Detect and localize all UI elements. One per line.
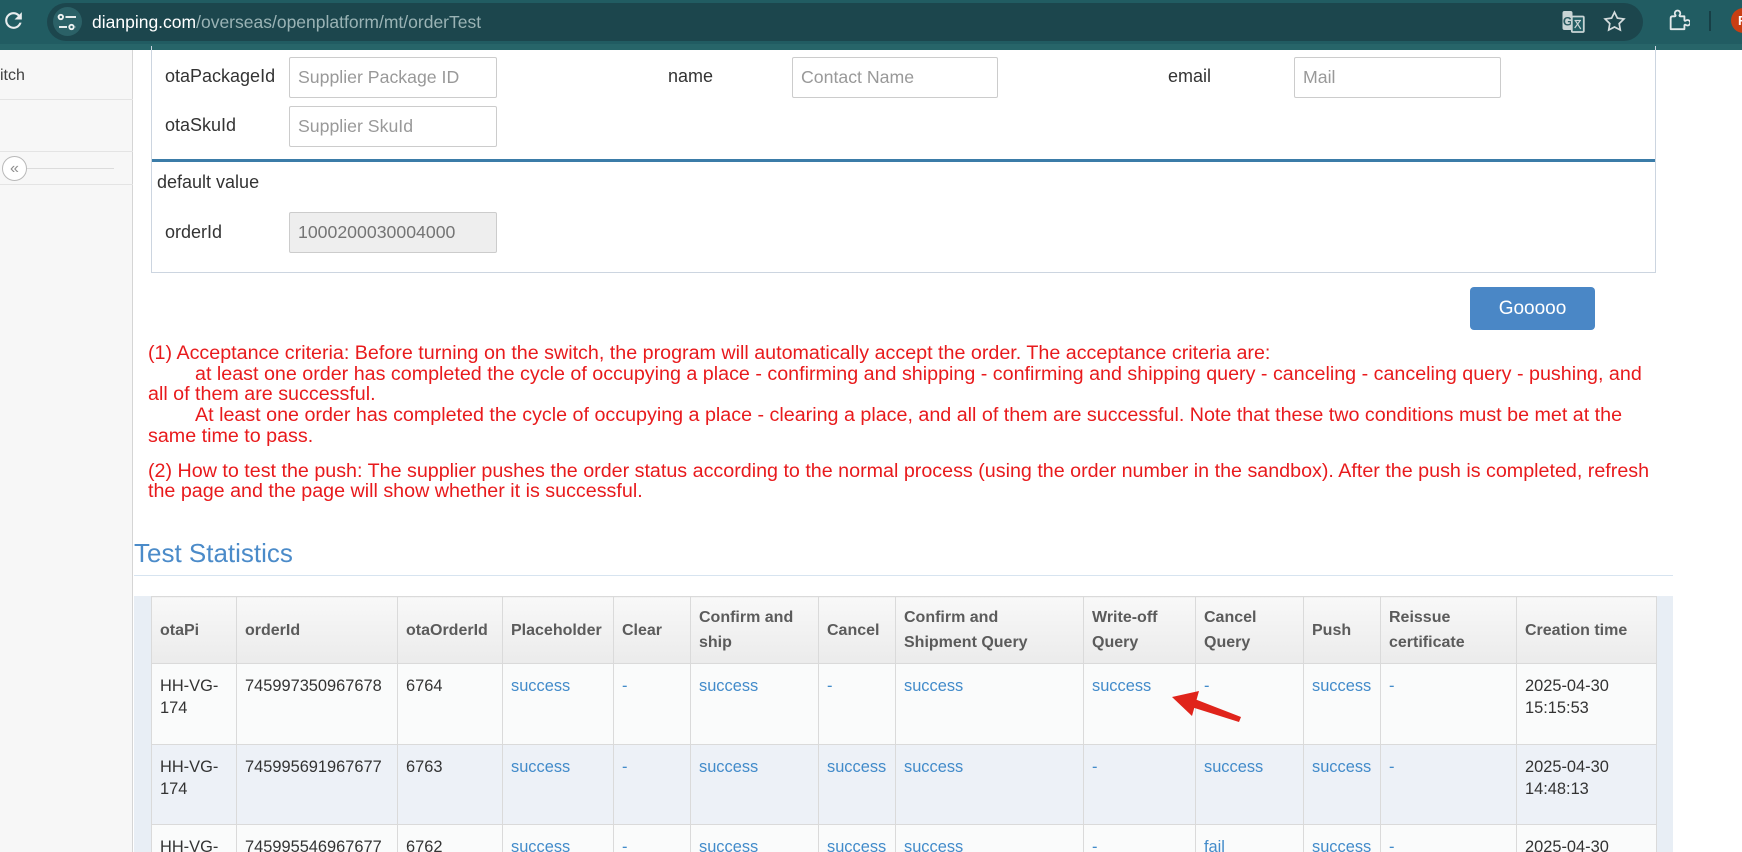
svg-text:G: G [1563,15,1572,29]
